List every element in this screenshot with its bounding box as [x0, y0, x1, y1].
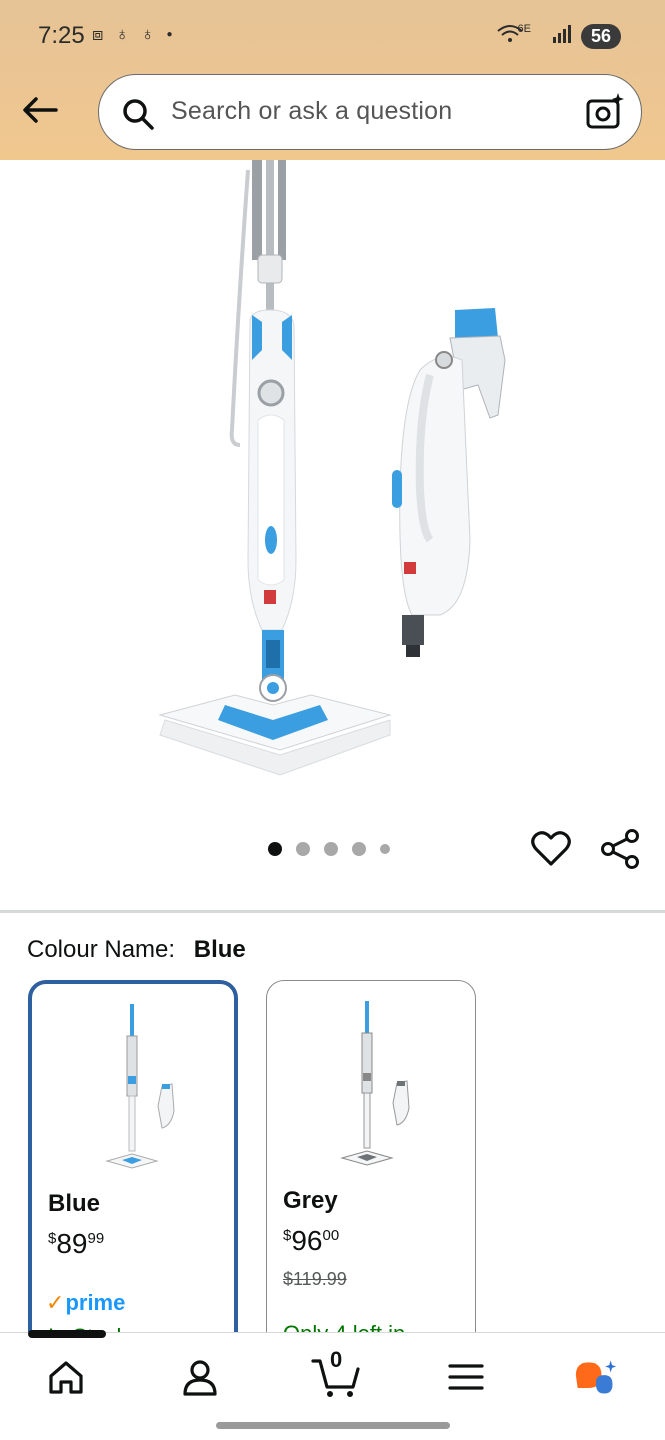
search-bar[interactable]: Search or ask a question — [98, 74, 642, 150]
variant-name: Blue — [48, 1190, 101, 1217]
share-button[interactable] — [600, 828, 642, 870]
nav-home[interactable] — [44, 1355, 88, 1399]
share-icon — [601, 829, 639, 869]
carousel-dot[interactable] — [296, 842, 310, 856]
variant-name: Grey — [283, 1187, 338, 1214]
carousel-dot[interactable] — [380, 844, 390, 854]
nav-rufus[interactable] — [574, 1355, 618, 1399]
back-button[interactable] — [20, 92, 60, 128]
carousel-dot[interactable] — [324, 842, 338, 856]
menu-icon — [448, 1364, 484, 1390]
carousel-dot[interactable] — [352, 842, 366, 856]
variant-price: $8999 — [48, 1228, 105, 1259]
heart-icon — [531, 831, 571, 866]
camera-sparkle-icon[interactable] — [585, 91, 625, 131]
product-image[interactable] — [0, 160, 665, 800]
nav-account[interactable] — [178, 1355, 222, 1399]
signal-icon — [552, 25, 573, 48]
wishlist-button[interactable] — [530, 828, 572, 870]
prime-check-icon: ✓ — [46, 1290, 65, 1315]
arrow-left-icon — [23, 97, 58, 123]
variant-price: $9600 — [283, 1225, 340, 1256]
nav-menu[interactable] — [444, 1355, 488, 1399]
gesture-bar — [216, 1422, 450, 1429]
steam-mop-illustration — [158, 160, 506, 776]
active-tab-indicator — [28, 1330, 106, 1338]
section-divider — [0, 910, 665, 913]
battery-indicator: 56 — [580, 24, 621, 49]
colour-label: Colour Name: — [27, 936, 176, 963]
image-carousel-dots[interactable] — [268, 842, 390, 856]
notification-icon: ♁ — [115, 24, 129, 44]
search-icon — [123, 99, 154, 130]
notification-icon: ♁ — [140, 24, 155, 44]
colour-selector-label: Colour Name: Blue — [27, 936, 246, 964]
cart-count: 0 — [330, 1347, 343, 1372]
network-label: 6E — [517, 22, 531, 35]
status-time: 7:25 — [38, 22, 85, 49]
variant-thumbnail — [105, 1004, 175, 1169]
list-price: $119.99 — [283, 1269, 347, 1289]
variant-thumbnail — [340, 1001, 410, 1166]
prime-badge: ✓prime — [46, 1290, 126, 1315]
account-icon — [183, 1360, 217, 1396]
dot-icon: ● — [166, 29, 173, 40]
status-bar: 7:25 ⧈ ♁ ♁ ● 6E 56 — [0, 0, 665, 70]
carousel-dot[interactable] — [268, 842, 282, 856]
search-input[interactable]: Search or ask a question — [171, 97, 452, 126]
home-icon — [49, 1361, 83, 1394]
screenshot-icon: ⧈ — [92, 24, 104, 44]
rufus-icon — [575, 1360, 617, 1394]
selected-colour: Blue — [193, 936, 246, 963]
